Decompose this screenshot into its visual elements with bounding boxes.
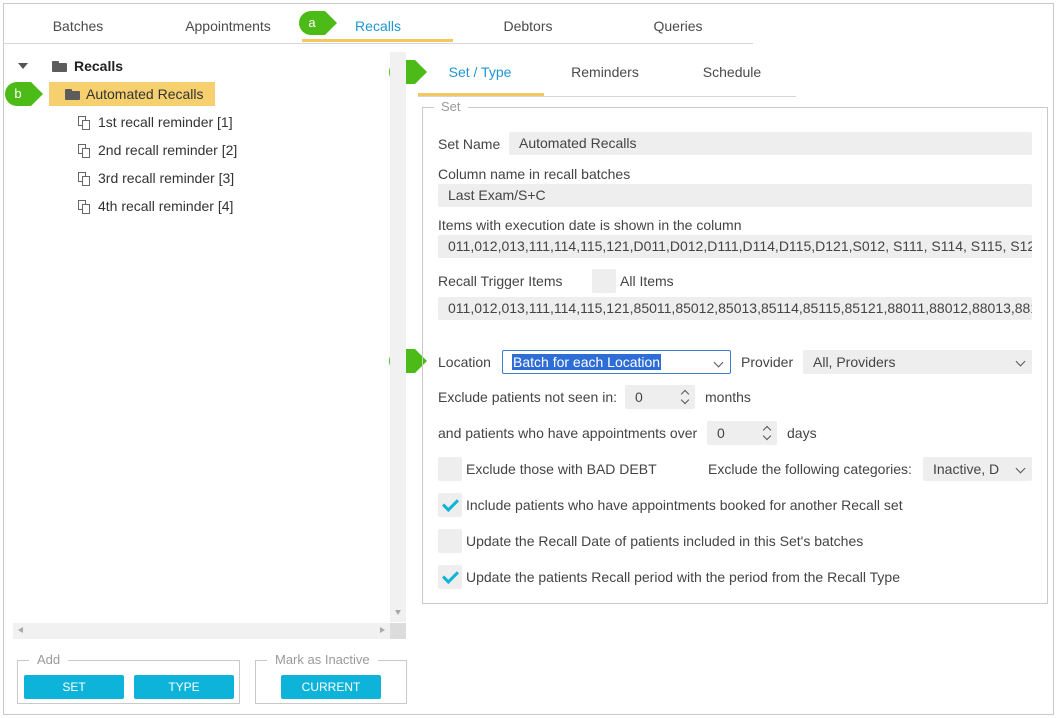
document-icon — [78, 172, 90, 186]
tab-schedule[interactable]: Schedule — [692, 64, 772, 80]
exclude-not-seen-stepper[interactable]: 0 — [625, 385, 695, 409]
tab-queries[interactable]: Queries — [638, 18, 718, 34]
callout-a: a — [299, 11, 337, 35]
location-label: Location — [438, 354, 491, 370]
tree-vertical-scrollbar[interactable] — [390, 52, 406, 622]
trigger-items-input[interactable]: 011,012,013,111,114,115,121,85011,85012,… — [438, 297, 1032, 320]
include-other-label: Include patients who have appointments b… — [466, 497, 903, 513]
bad-debt-checkbox[interactable] — [438, 457, 462, 481]
tree-item-automated-recalls[interactable]: Automated Recalls — [86, 86, 204, 102]
appointments-over-label: and patients who have appointments over — [438, 425, 698, 441]
months-label: months — [705, 389, 751, 405]
include-other-checkbox[interactable] — [438, 493, 462, 517]
exclude-not-seen-label: Exclude patients not seen in: — [438, 389, 618, 405]
tree-horizontal-scrollbar[interactable] — [13, 623, 390, 639]
tab-set-type[interactable]: Set / Type — [418, 64, 542, 80]
exclude-categories-label: Exclude the following categories: — [708, 461, 912, 477]
items-label: Items with execution date is shown in th… — [438, 217, 742, 233]
folder-icon — [52, 61, 67, 72]
decrement-icon[interactable] — [762, 431, 772, 441]
exclude-categories-value: Inactive, D — [933, 461, 1000, 477]
tree-item-reminder-4[interactable]: 4th recall reminder [4] — [98, 198, 233, 214]
appointments-over-stepper[interactable]: 0 — [707, 421, 777, 445]
column-name-label: Column name in recall batches — [438, 166, 631, 182]
location-select[interactable]: Batch for each Location — [502, 350, 731, 374]
exclude-not-seen-value: 0 — [635, 389, 643, 405]
set-name-input[interactable]: Automated Recalls — [509, 132, 1032, 155]
all-items-label: All Items — [620, 273, 674, 289]
exclude-categories-select[interactable]: Inactive, D — [923, 457, 1032, 481]
tab-reminders[interactable]: Reminders — [560, 64, 650, 80]
bad-debt-label: Exclude those with BAD DEBT — [466, 461, 657, 477]
scroll-left-arrow-icon[interactable] — [18, 627, 23, 633]
scroll-down-arrow-icon[interactable] — [395, 610, 401, 615]
days-label: days — [787, 425, 817, 441]
document-icon — [78, 116, 90, 130]
tab-divider — [3, 43, 753, 44]
update-date-checkbox[interactable] — [438, 529, 462, 553]
document-icon — [78, 200, 90, 214]
open-folder-icon — [65, 89, 80, 100]
set-legend: Set — [434, 99, 468, 114]
all-items-checkbox[interactable] — [592, 269, 616, 293]
update-date-label: Update the Recall Date of patients inclu… — [466, 533, 864, 549]
document-icon — [78, 144, 90, 158]
add-type-button[interactable]: TYPE — [134, 675, 234, 699]
collapse-arrow-icon[interactable] — [18, 63, 28, 69]
tab-batches[interactable]: Batches — [38, 18, 118, 34]
update-period-label: Update the patients Recall period with t… — [466, 569, 900, 585]
items-input[interactable]: 011,012,013,111,114,115,121,D011,D012,D1… — [438, 235, 1032, 258]
appointments-over-value: 0 — [717, 425, 725, 441]
chevron-down-icon — [1015, 463, 1026, 474]
subtab-divider — [418, 96, 796, 97]
tree-item-reminder-3[interactable]: 3rd recall reminder [3] — [98, 170, 234, 186]
current-button[interactable]: CURRENT — [281, 675, 381, 699]
provider-select[interactable]: All, Providers — [803, 350, 1032, 374]
update-period-checkbox[interactable] — [438, 565, 462, 589]
add-set-button[interactable]: SET — [24, 675, 124, 699]
provider-value: All, Providers — [813, 354, 896, 370]
recall-tree-panel — [4, 52, 407, 640]
set-name-label: Set Name — [438, 136, 501, 152]
trigger-items-label: Recall Trigger Items — [438, 273, 563, 289]
decrement-icon[interactable] — [680, 395, 690, 405]
tab-recalls[interactable]: Recalls — [338, 18, 418, 34]
tree-item-reminder-1[interactable]: 1st recall reminder [1] — [98, 114, 233, 130]
tree-root-recalls[interactable]: Recalls — [74, 58, 123, 74]
tab-appointments[interactable]: Appointments — [168, 18, 288, 34]
tree-item-reminder-2[interactable]: 2nd recall reminder [2] — [98, 142, 237, 158]
column-name-input[interactable]: Last Exam/S+C — [438, 184, 1032, 207]
tab-debtors[interactable]: Debtors — [488, 18, 568, 34]
scroll-right-arrow-icon[interactable] — [380, 627, 385, 633]
chevron-down-icon — [713, 357, 724, 368]
provider-label: Provider — [741, 354, 794, 370]
active-tab-indicator — [302, 39, 453, 42]
chevron-down-icon — [1015, 356, 1026, 367]
add-legend: Add — [29, 652, 69, 667]
location-value: Batch for each Location — [512, 354, 662, 370]
scrollbar-corner — [390, 623, 406, 639]
mark-inactive-legend: Mark as Inactive — [267, 652, 378, 667]
